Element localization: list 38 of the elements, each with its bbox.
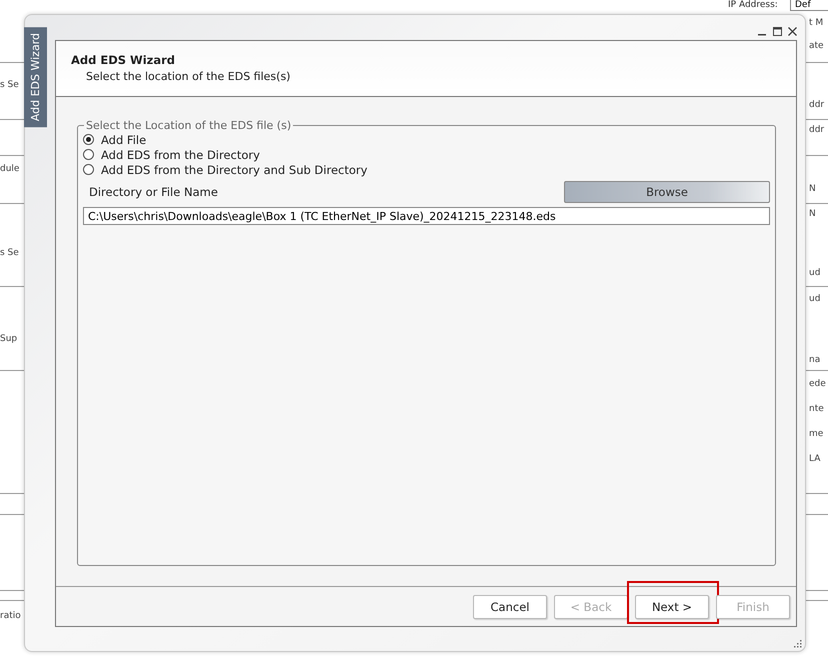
- wizard-button[interactable]: Cancel: [473, 595, 547, 619]
- radio-button[interactable]: [83, 149, 94, 160]
- background-label: na: [809, 355, 820, 365]
- background-label: ate: [809, 41, 824, 51]
- background-label: ede: [809, 379, 826, 389]
- wizard-title: Add EDS Wizard: [71, 53, 176, 67]
- field-label: IP Address:: [728, 0, 778, 10]
- background-label: Sup: [0, 334, 18, 344]
- background-label: N: [809, 184, 816, 194]
- background-label: ratio: [0, 611, 21, 621]
- background-label: t M: [809, 18, 824, 28]
- background-label: ddr: [809, 100, 824, 110]
- side-tab[interactable]: Add EDS Wizard: [24, 27, 47, 128]
- field-label: Directory or File Name: [89, 185, 218, 199]
- resize-grip-icon[interactable]: [793, 639, 802, 648]
- background-label: ud: [809, 294, 820, 304]
- path-field[interactable]: C:\Users\chris\Downloads\eagle\Box 1 (TC EtherNet_IP Slave)_20241215_223148.eds: [83, 207, 770, 225]
- radio-option[interactable]: Add EDS from the Directory and Sub Directory: [83, 162, 770, 177]
- background-label: ud: [809, 268, 820, 278]
- radio-button[interactable]: [83, 164, 94, 175]
- radio-option[interactable]: Add EDS from the Directory: [83, 147, 770, 162]
- browse-button[interactable]: Browse: [564, 181, 770, 203]
- group-legend: Select the Location of the EDS file (s): [84, 119, 294, 132]
- background-label: dule: [0, 164, 20, 174]
- background-label: me: [809, 429, 824, 439]
- dropdown-button[interactable]: Def: [790, 0, 828, 11]
- close-icon[interactable]: [788, 26, 797, 36]
- radio-button[interactable]: [83, 134, 94, 145]
- background-label: nte: [809, 404, 824, 414]
- background-label: ddr: [809, 125, 824, 135]
- wizard-subtitle: Select the location of the EDS files(s): [85, 70, 292, 83]
- wizard-button[interactable]: Next >: [635, 595, 709, 619]
- background-label: LA: [809, 454, 820, 464]
- maximize-icon[interactable]: [773, 26, 782, 36]
- radio-option[interactable]: Add File: [83, 132, 770, 147]
- background-label: N: [809, 209, 816, 219]
- background-label: s Se: [0, 80, 19, 90]
- background-label: s Se: [0, 248, 19, 258]
